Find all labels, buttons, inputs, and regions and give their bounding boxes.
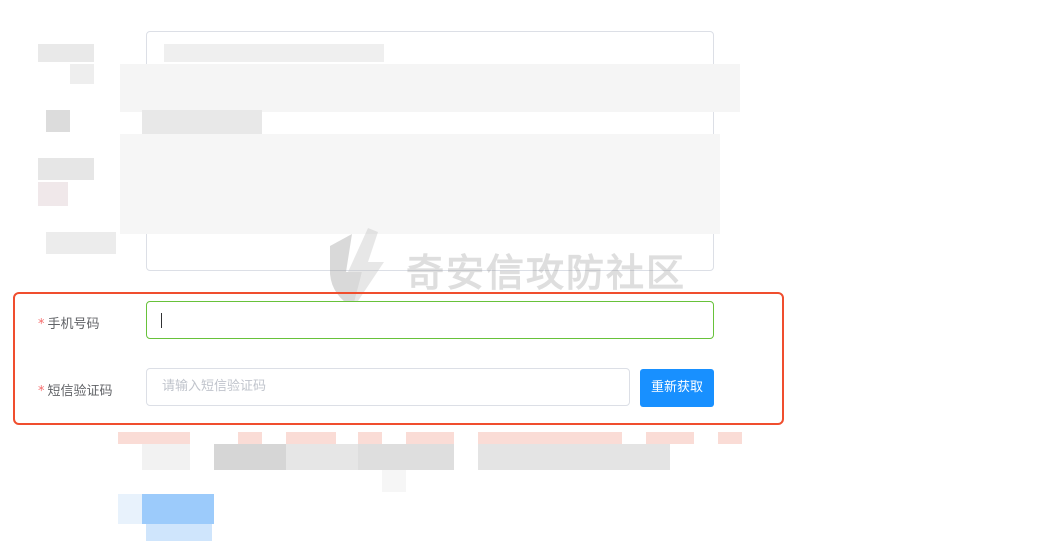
redacted-agreement	[214, 444, 286, 470]
redacted-agreement	[382, 470, 406, 492]
required-mark: *	[38, 384, 45, 399]
redacted-agreement	[358, 432, 382, 444]
sms-code-input[interactable]: 请输入短信验证码	[146, 368, 630, 406]
redacted-text	[164, 44, 384, 62]
redacted-agreement	[286, 444, 358, 470]
redacted-label	[38, 158, 94, 180]
redacted-agreement	[286, 432, 336, 444]
phone-label: * 手机号码	[38, 313, 100, 332]
redacted-submit-button[interactable]	[142, 494, 214, 524]
redacted-submit-button[interactable]	[146, 524, 212, 541]
sms-code-label: * 短信验证码	[38, 380, 113, 399]
redacted-agreement	[718, 432, 742, 444]
sms-code-placeholder: 请输入短信验证码	[162, 379, 267, 394]
redacted-agreement	[118, 432, 190, 444]
redacted-agreement	[646, 432, 694, 444]
redacted-label	[70, 64, 94, 84]
redacted-submit-button[interactable]	[118, 494, 142, 524]
required-mark: *	[38, 317, 45, 332]
resend-code-button[interactable]: 重新获取	[640, 369, 714, 407]
redacted-text	[142, 110, 262, 134]
sms-code-label-text: 短信验证码	[47, 384, 113, 399]
phone-input[interactable]	[146, 301, 714, 339]
phone-label-text: 手机号码	[47, 317, 100, 332]
redacted-label	[46, 232, 116, 254]
redacted-text	[120, 134, 720, 234]
redacted-text	[120, 64, 740, 112]
text-caret	[161, 313, 162, 328]
redacted-label	[38, 44, 94, 62]
redacted-label	[46, 110, 70, 132]
redacted-agreement	[478, 432, 622, 444]
redacted-label	[38, 182, 68, 206]
redacted-agreement	[238, 432, 262, 444]
redacted-agreement	[478, 444, 670, 470]
redacted-agreement	[142, 444, 190, 470]
redacted-agreement	[358, 444, 454, 470]
redacted-form-area	[0, 0, 1052, 275]
redacted-agreement	[406, 432, 454, 444]
